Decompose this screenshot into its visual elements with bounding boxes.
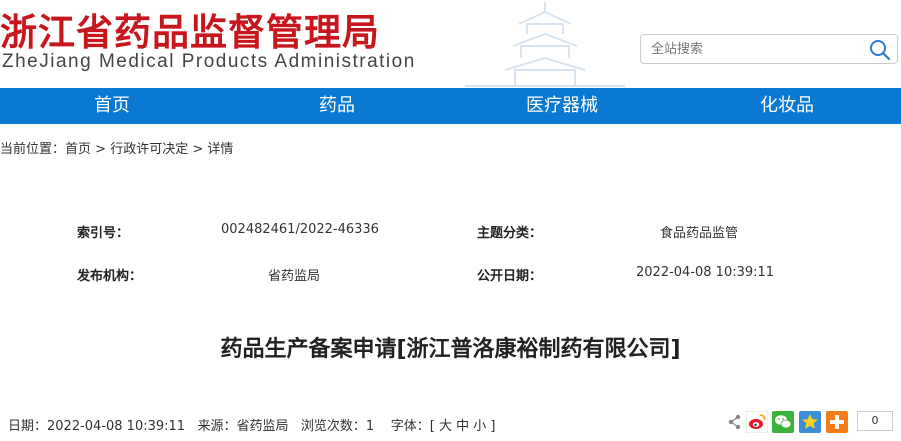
main-nav: 首页 药品 医疗器械 化妆品 — [0, 88, 901, 124]
breadcrumb-item-license[interactable]: 行政许可决定 — [110, 142, 188, 157]
breadcrumb-separator: > — [91, 142, 111, 157]
publisher-label: 发布机构： — [77, 269, 143, 284]
font-size-small-button[interactable]: 小 — [473, 419, 486, 434]
font-size-close-bracket: ] — [490, 419, 496, 434]
publish-date-label: 公开日期： — [477, 269, 543, 284]
search-input[interactable] — [651, 35, 861, 63]
site-logo-english: ZheJiang Medical Products Administration — [2, 51, 416, 72]
nav-item-drugs[interactable]: 药品 — [319, 88, 355, 124]
font-size-large-button[interactable]: 大 — [439, 419, 452, 434]
breadcrumb: 当前位置：首页 > 行政许可决定 > 详情 — [0, 138, 233, 157]
font-size-medium-button[interactable]: 中 — [456, 419, 469, 434]
search-icon[interactable] — [869, 39, 891, 61]
site-logo-chinese[interactable]: 浙江省药品监督管理局 — [0, 2, 380, 56]
publish-date-value: 2022-04-08 10:39:11 — [636, 265, 775, 280]
article-source: 来源：省药监局 — [197, 419, 289, 434]
article-info-bar: 日期：2022-04-08 10:39:11 来源：省药监局 浏览次数：1 字体… — [8, 415, 495, 434]
site-search-box — [640, 34, 898, 64]
index-number-value: 002482461/2022-46336 — [221, 222, 379, 237]
topic-category-value: 食品药品监管 — [660, 226, 739, 241]
nav-item-medical-devices[interactable]: 医疗器械 — [526, 88, 598, 124]
qzone-icon[interactable] — [799, 411, 821, 433]
more-share-icon[interactable] — [826, 411, 848, 433]
breadcrumb-item-home[interactable]: 首页 — [65, 142, 91, 157]
article-title: 药品生产备案申请[浙江普洛康裕制药有限公司] — [220, 337, 681, 362]
topic-category-label: 主题分类： — [477, 226, 543, 241]
font-size-label: 字体：[ — [390, 419, 435, 434]
site-header: 浙江省药品监督管理局 ZheJiang Medical Products Adm… — [0, 0, 901, 88]
weibo-icon[interactable] — [746, 411, 768, 433]
publisher-value: 省药监局 — [268, 269, 321, 284]
article-date: 日期：2022-04-08 10:39:11 — [8, 419, 186, 434]
share-icon[interactable] — [728, 411, 742, 433]
breadcrumb-prefix: 当前位置： — [0, 142, 66, 157]
nav-item-home[interactable]: 首页 — [94, 88, 130, 124]
article-view-count: 浏览次数：1 — [300, 419, 375, 434]
breadcrumb-separator: > — [188, 142, 208, 157]
wechat-icon[interactable] — [772, 411, 794, 433]
nav-item-cosmetics[interactable]: 化妆品 — [760, 88, 814, 124]
pagoda-watermark-icon — [465, 2, 625, 87]
breadcrumb-item-detail: 详情 — [207, 142, 234, 157]
index-number-label: 索引号： — [77, 226, 130, 241]
share-count-badge: 0 — [857, 411, 893, 431]
